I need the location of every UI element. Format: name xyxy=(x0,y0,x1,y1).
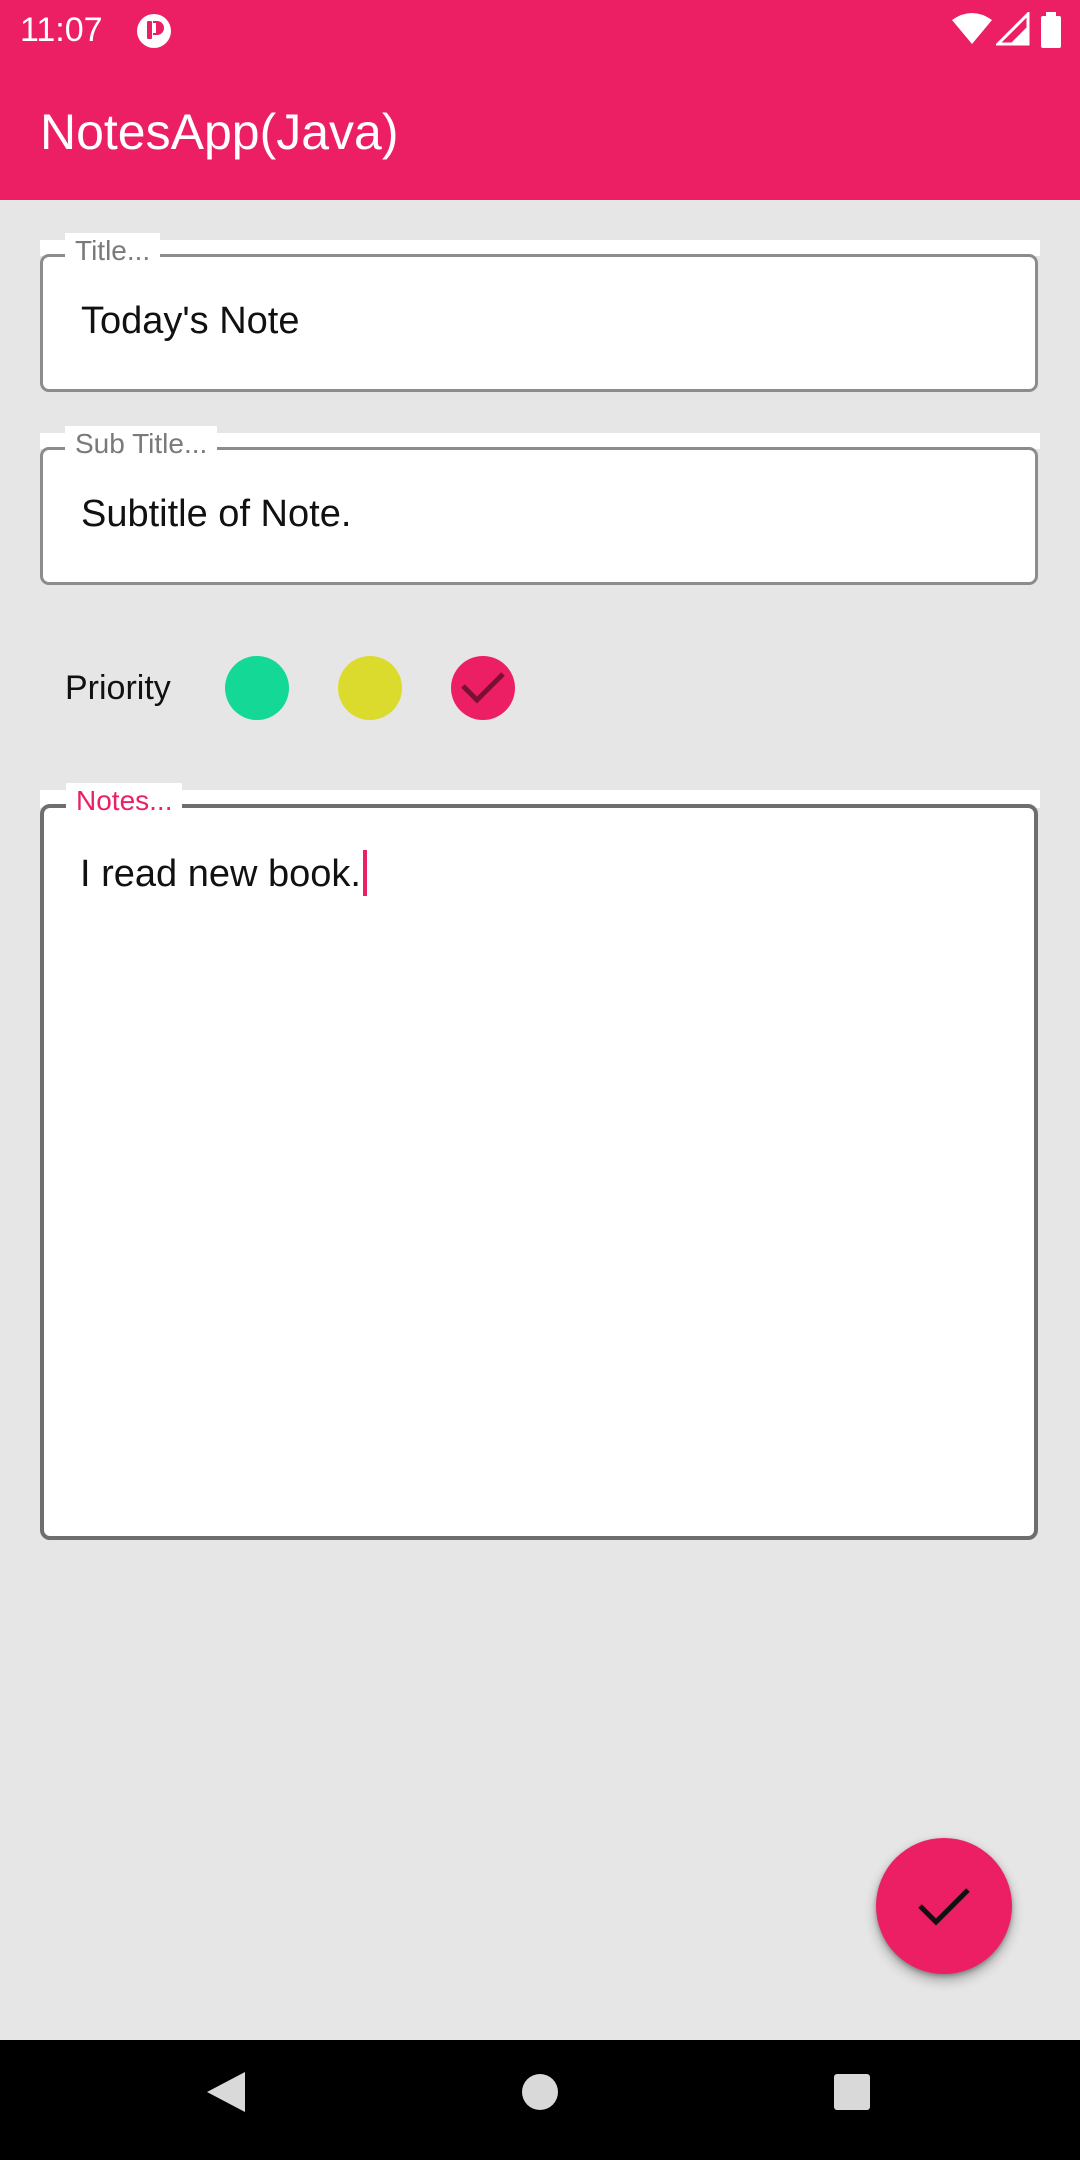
app-bar: 11:07 NotesApp(Java) xyxy=(0,0,1080,200)
priority-high-button[interactable] xyxy=(451,656,515,720)
priority-label: Priority xyxy=(65,669,171,707)
title-field[interactable]: Title... Today's Note xyxy=(40,233,1038,392)
save-note-button[interactable] xyxy=(876,1838,1012,1974)
title-field-label: Title... xyxy=(65,233,161,269)
notes-field[interactable]: Notes... I read new book. xyxy=(40,783,1038,1540)
notification-icon xyxy=(136,13,172,49)
recents-icon[interactable] xyxy=(832,2070,872,2114)
status-bar: 11:07 xyxy=(0,0,1080,60)
notes-field-value-wrap[interactable]: I read new book. xyxy=(80,849,367,896)
subtitle-field[interactable]: Sub Title... Subtitle of Note. xyxy=(40,426,1038,585)
notes-field-label: Notes... xyxy=(66,783,183,819)
check-icon xyxy=(918,1888,970,1926)
back-icon[interactable] xyxy=(205,2070,247,2114)
notes-field-value[interactable]: I read new book. xyxy=(80,853,361,895)
title-field-value[interactable]: Today's Note xyxy=(81,299,299,343)
app-title: NotesApp(Java) xyxy=(40,104,399,160)
subtitle-field-label: Sub Title... xyxy=(65,426,218,462)
priority-medium-button[interactable] xyxy=(338,656,402,720)
subtitle-field-value[interactable]: Subtitle of Note. xyxy=(81,492,351,536)
wifi-icon xyxy=(952,13,992,44)
status-time: 11:07 xyxy=(20,11,103,49)
signal-icon xyxy=(996,12,1030,46)
battery-icon xyxy=(1041,12,1061,48)
priority-low-button[interactable] xyxy=(225,656,289,720)
check-icon xyxy=(461,672,505,704)
text-caret xyxy=(362,849,367,896)
navigation-bar xyxy=(0,2040,1080,2160)
home-icon[interactable] xyxy=(520,2070,560,2114)
